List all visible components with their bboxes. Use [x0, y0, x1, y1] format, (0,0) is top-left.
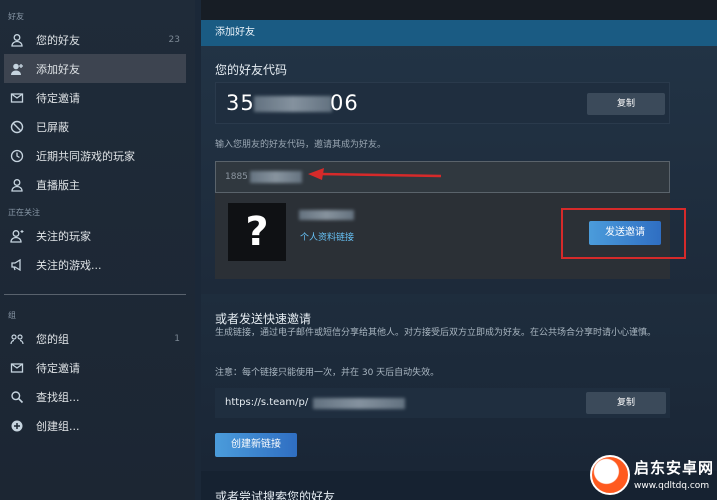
add-friend-panel: 添加好友 您的好友代码 35 06 复制 输入您朋友的好友代码，邀请其成为好友。… — [201, 20, 717, 294]
friend-code-hint: 输入您朋友的好友代码，邀请其成为好友。 — [215, 140, 387, 150]
panel-header: 添加好友 — [201, 20, 717, 46]
sidebar-item-pending-invites[interactable]: 待定邀请 — [4, 83, 186, 112]
search-icon — [10, 390, 24, 404]
profile-link[interactable]: 个人资料链接 — [300, 230, 354, 243]
sidebar-item-label: 查找组... — [36, 390, 80, 404]
top-strip — [201, 0, 717, 20]
sidebar-item-blocked[interactable]: 已屏蔽 — [4, 112, 186, 141]
sidebar-item-recent-players[interactable]: 近期共同游戏的玩家 — [4, 141, 186, 170]
watermark-title: 启东安卓网 — [634, 459, 715, 477]
sidebar-item-label: 创建组... — [36, 419, 80, 433]
person-icon — [10, 33, 24, 47]
groups-count: 1 — [174, 333, 180, 344]
copy-code-button[interactable]: 复制 — [587, 93, 665, 115]
create-link-button[interactable]: 创建新链接 — [215, 433, 297, 457]
sidebar-item-label: 待定邀请 — [36, 91, 80, 105]
megaphone-icon — [10, 258, 24, 272]
sidebar-item-add-friend[interactable]: 添加好友 — [4, 54, 186, 83]
following-section-label: 正在关注 — [8, 208, 40, 217]
copy-link-button[interactable]: 复制 — [586, 392, 666, 414]
red-highlight-box — [561, 208, 686, 259]
block-icon — [10, 120, 24, 134]
sidebar-item-label: 待定邀请 — [36, 361, 80, 375]
sidebar-item-create-group[interactable]: 创建组... — [4, 411, 186, 440]
sidebar-item-label: 您的好友 — [36, 33, 80, 47]
clock-icon — [10, 149, 24, 163]
sidebar-item-label: 直播版主 — [36, 178, 80, 192]
invite-link-box: https://s.team/p/ 复制 — [215, 388, 670, 418]
person-add-icon — [10, 62, 24, 76]
envelope-icon — [10, 91, 24, 105]
sidebar-item-label: 您的组 — [36, 332, 69, 346]
person-icon — [10, 178, 24, 192]
friend-code-prefix: 35 — [226, 91, 255, 115]
groups-section-label: 组 — [8, 311, 16, 320]
redacted-code — [254, 96, 332, 112]
person-follow-icon — [10, 229, 24, 243]
sidebar-item-label: 关注的玩家 — [36, 229, 91, 243]
friend-code-input-value: 1885 — [225, 172, 248, 182]
friends-sidebar: 好友 您的好友 23 添加好友 待定邀请 已屏蔽 近期共同游戏的玩家 直播版主 … — [0, 0, 195, 500]
watermark-url: www.qdltdq.com — [634, 481, 710, 491]
red-arrow-annotation — [308, 168, 441, 180]
quick-invite-title: 或者发送快速邀请 — [215, 312, 312, 326]
redacted-name — [299, 210, 354, 220]
quick-invite-note: 注意：每个链接只能使用一次，并在 30 天后自动失效。 — [215, 368, 440, 378]
site-watermark: 启东安卓网 www.qdltdq.com — [590, 455, 717, 500]
sidebar-item-followed-players[interactable]: 关注的玩家 — [4, 221, 186, 250]
add-friend-main: 添加好友 您的好友代码 35 06 复制 输入您朋友的好友代码，邀请其成为好友。… — [201, 0, 717, 500]
quick-invite-description: 生成链接，通过电子邮件或短信分享给其他人。对方接受后双方立即成为好友。在公共场合… — [215, 328, 657, 338]
sidebar-item-label: 添加好友 — [36, 62, 80, 76]
redacted-input — [250, 171, 302, 183]
sidebar-item-broadcast-moderators[interactable]: 直播版主 — [4, 170, 186, 199]
sidebar-item-your-friends[interactable]: 您的好友 23 — [4, 25, 186, 54]
sidebar-item-group-invites[interactable]: 待定邀请 — [4, 353, 186, 382]
invite-link-text: https://s.team/p/ — [225, 397, 309, 408]
friend-code-input[interactable]: 1885 — [215, 161, 670, 193]
group-icon — [10, 332, 24, 346]
quick-invite-section: 或者发送快速邀请 生成链接，通过电子邮件或短信分享给其他人。对方接受后双方立即成… — [201, 294, 717, 471]
unknown-avatar: ? — [228, 203, 286, 261]
sidebar-item-find-groups[interactable]: 查找组... — [4, 382, 186, 411]
sidebar-item-followed-games[interactable]: 关注的游戏... — [4, 250, 186, 279]
sidebar-item-your-groups[interactable]: 您的组 1 — [4, 324, 186, 353]
friends-section-label: 好友 — [8, 12, 24, 21]
sidebar-item-label: 近期共同游戏的玩家 — [36, 149, 135, 163]
friend-code-title: 您的好友代码 — [215, 63, 288, 77]
sidebar-divider — [4, 294, 186, 295]
envelope-icon — [10, 361, 24, 375]
plus-circle-icon — [10, 419, 24, 433]
friend-code-box: 35 06 复制 — [215, 82, 670, 124]
watermark-logo-icon — [590, 455, 630, 495]
redacted-link — [313, 398, 405, 409]
sidebar-item-label: 关注的游戏... — [36, 258, 102, 272]
friend-code-suffix: 06 — [330, 91, 359, 115]
friends-count: 23 — [168, 34, 180, 45]
sidebar-item-label: 已屏蔽 — [36, 120, 69, 134]
search-friends-title: 或者尝试搜索您的好友 — [215, 490, 336, 500]
